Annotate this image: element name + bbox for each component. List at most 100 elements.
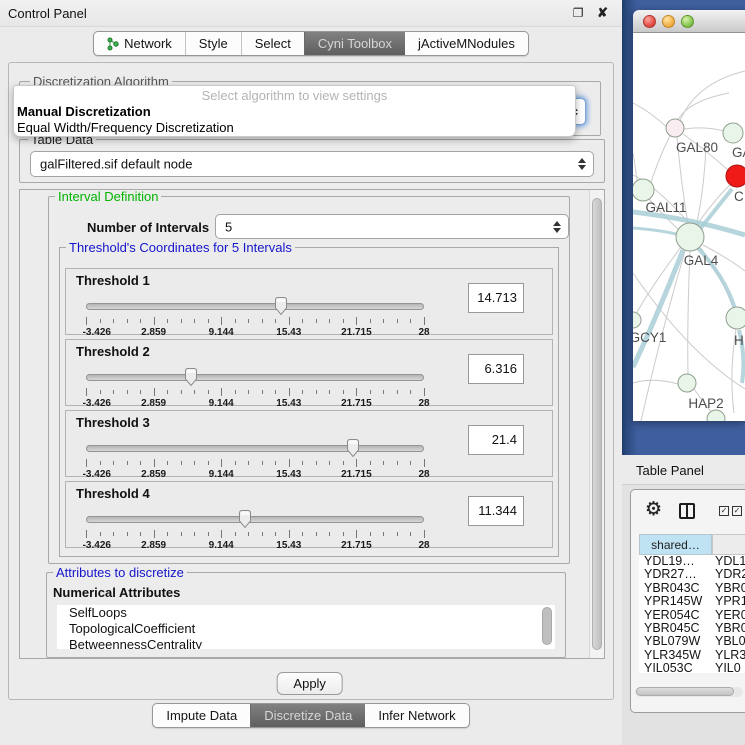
table-cell: YBR043C (644, 582, 700, 595)
network-canvas[interactable]: GAL80GACGAL11GAL4GCY1HHAP2 (633, 33, 745, 421)
apply-button[interactable]: Apply (277, 672, 343, 695)
gear-icon[interactable]: ⚙ (645, 498, 662, 521)
interval-definition-group: Interval Definition Number of Intervals … (48, 196, 570, 564)
slider-thumb[interactable] (237, 509, 253, 529)
scrollbar-thumb[interactable] (636, 687, 734, 696)
network-node-label: H (734, 333, 744, 348)
columns-icon[interactable] (679, 503, 695, 519)
network-node[interactable] (723, 123, 743, 143)
threshold-value-field[interactable]: 21.4 (468, 425, 524, 455)
table-panel-title: Table Panel (636, 463, 704, 478)
threshold-panel: Threshold 2-3.4262.8599.14415.4321.71528… (65, 339, 553, 406)
slider-track[interactable] (86, 303, 424, 310)
network-edge[interactable] (688, 251, 690, 374)
tab-cyni-toolbox[interactable]: Cyni Toolbox (304, 32, 405, 55)
table-row[interactable]: YPR145WYPR1 (639, 595, 745, 608)
attribute-list-item[interactable]: SelfLoops (57, 605, 555, 621)
network-node[interactable] (726, 165, 745, 187)
num-intervals-combobox[interactable]: 5 (215, 214, 569, 239)
network-node-label: GAL4 (684, 253, 719, 268)
threshold-value-field[interactable]: 14.713 (468, 283, 524, 313)
threshold-panel: Threshold 1 -3.4262.8599.14415.4321.71528… (65, 268, 553, 335)
column-header-2[interactable]: na (712, 534, 745, 555)
threshold-value-field[interactable]: 11.344 (468, 496, 524, 526)
tab-network[interactable]: Network (94, 32, 185, 55)
tab-jactivemnodules[interactable]: jActiveMNodules (405, 32, 528, 55)
zoom-traffic-light-icon[interactable] (681, 15, 694, 28)
threshold-slider[interactable]: -3.4262.8599.14415.4321.71528 (86, 366, 424, 406)
network-edge[interactable] (684, 128, 724, 131)
table-row[interactable]: YBL079WYBL0 (639, 635, 745, 648)
minimize-traffic-light-icon[interactable] (662, 15, 675, 28)
slider-thumb[interactable] (273, 296, 289, 316)
scrollbar-thumb[interactable] (592, 198, 602, 650)
network-edge[interactable] (678, 93, 729, 120)
network-node[interactable] (707, 410, 725, 421)
table-data-combobox[interactable]: galFiltered.sif default node (30, 151, 594, 177)
checkbox-icon[interactable]: ✓ (719, 506, 729, 516)
network-node[interactable] (633, 179, 654, 201)
table-cell: YPR145W (644, 595, 702, 608)
table-cell: YDR2 (715, 568, 745, 581)
network-node[interactable] (633, 312, 641, 328)
threshold-slider[interactable]: -3.4262.8599.14415.4321.71528 (86, 508, 424, 548)
app-root: Control Panel ❐ ✘ NetworkStyleSelectCyni… (0, 0, 745, 745)
table-row[interactable]: YBR045CYBR0 (639, 622, 745, 635)
tab-infer-network[interactable]: Infer Network (365, 704, 468, 727)
network-icon (107, 37, 119, 51)
settings-vertical-scrollbar[interactable] (589, 190, 604, 658)
network-edge[interactable] (633, 380, 678, 384)
table-row[interactable]: YDR27…YDR2 (639, 568, 745, 581)
network-window: GAL80GACGAL11GAL4GCY1HHAP2 (633, 10, 745, 421)
network-node[interactable] (726, 307, 745, 329)
table-row[interactable]: YER054CYER0 (639, 609, 745, 622)
tab-label: Style (199, 32, 228, 55)
threshold-slider[interactable]: -3.4262.8599.14415.4321.71528 (86, 295, 424, 335)
tab-label: Infer Network (378, 704, 455, 727)
tab-select[interactable]: Select (241, 32, 304, 55)
slider-thumb[interactable] (345, 438, 361, 458)
interval-definition-label: Interval Definition (55, 190, 161, 204)
table-cell: YIL0 (715, 662, 741, 673)
algorithm-option[interactable]: Equal Width/Frequency Discretization (14, 120, 575, 136)
table-cell: YER0 (715, 609, 745, 622)
network-node-label: GA (732, 145, 745, 160)
table-panel-section: Table Panel ⚙ ✓ ✓ shared…na YDL19…YDL1YD… (622, 455, 745, 745)
checkbox-icon[interactable]: ✓ (732, 506, 742, 516)
network-edge[interactable] (651, 136, 670, 182)
thresholds-group: Threshold's Coordinates for 5 Intervals … (59, 247, 559, 557)
network-edge[interactable] (696, 185, 730, 226)
table-row[interactable]: YLR345WYLR3 (639, 649, 745, 662)
tab-style[interactable]: Style (185, 32, 241, 55)
table-row[interactable]: YDL19…YDL1 (639, 555, 745, 568)
tab-discretize-data[interactable]: Discretize Data (250, 704, 365, 727)
slider-track[interactable] (86, 445, 424, 452)
network-edge[interactable] (697, 143, 706, 223)
slider-track[interactable] (86, 516, 424, 523)
tab-label: Impute Data (166, 704, 237, 727)
float-window-icon[interactable]: ❐ (573, 6, 584, 20)
close-panel-icon[interactable]: ✘ (597, 5, 608, 20)
tab-impute-data[interactable]: Impute Data (153, 704, 250, 727)
threshold-value-field[interactable]: 6.316 (468, 354, 524, 384)
close-traffic-light-icon[interactable] (643, 15, 656, 28)
table-horizontal-scrollbar[interactable] (635, 687, 743, 697)
algorithm-placeholder-option[interactable]: Select algorithm to view settings (14, 88, 575, 104)
attribute-list-item[interactable]: TopologicalCoefficient (57, 621, 555, 637)
attributes-list-scrollbar[interactable] (542, 607, 553, 647)
network-window-titlebar[interactable] (633, 10, 745, 33)
algorithm-option[interactable]: Manual Discretization (14, 104, 575, 120)
slider-track[interactable] (86, 374, 424, 381)
attribute-list-item[interactable]: BetweennessCentrality (57, 637, 555, 649)
column-header-1[interactable]: shared… (639, 534, 712, 555)
network-node[interactable] (676, 223, 704, 251)
table-row[interactable]: YIL053CYIL0 (639, 662, 745, 673)
slider-ticks (86, 459, 424, 468)
network-node[interactable] (678, 374, 696, 392)
select-columns-icons[interactable]: ✓ ✓ (719, 506, 742, 516)
table-row[interactable]: YBR043CYBR0 (639, 582, 745, 595)
slider-thumb[interactable] (183, 367, 199, 387)
threshold-slider[interactable]: -3.4262.8599.14415.4321.71528 (86, 437, 424, 477)
network-node[interactable] (666, 119, 684, 137)
threshold-title: Threshold 1 (76, 273, 150, 288)
